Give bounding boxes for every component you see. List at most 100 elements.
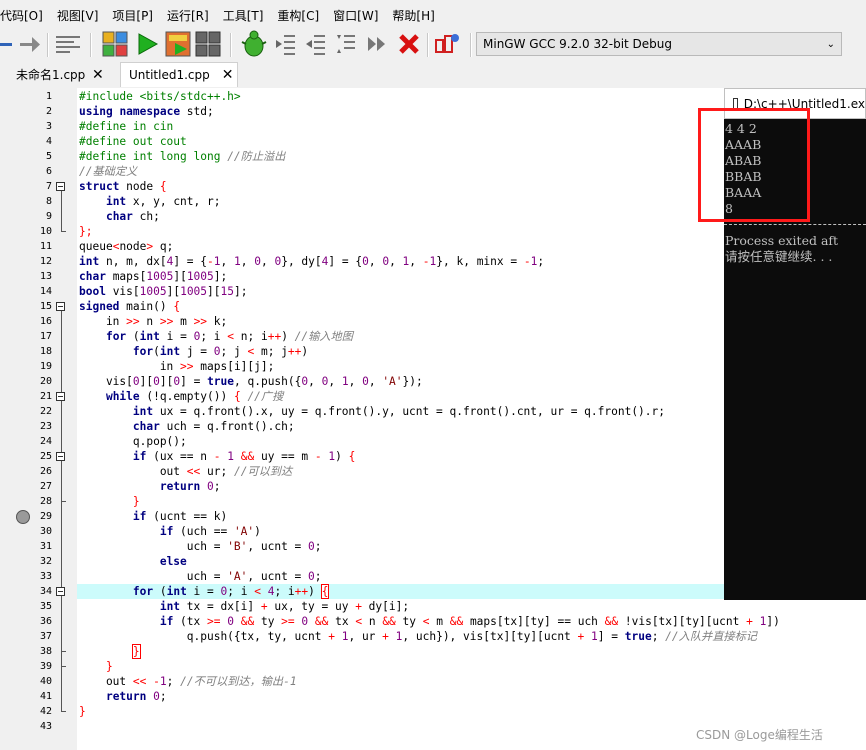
fold-end-marker — [61, 231, 66, 232]
code-text: signed main() { — [79, 300, 181, 313]
code-text: char maps[1005][1005]; — [79, 270, 228, 283]
line-number: 28 — [39, 496, 52, 507]
code-text: in >> n >> m >> k; — [79, 315, 228, 328]
menu-item[interactable]: 运行[R] — [160, 7, 216, 24]
fold-toggle-icon[interactable] — [56, 182, 65, 191]
code-text: if (ux == n - 1 && uy == m - 1) { — [132, 450, 356, 463]
line-number: 36 — [39, 616, 52, 627]
toolbar-separator — [427, 33, 429, 57]
code-text: } — [105, 660, 113, 673]
code-line: 37 q.push({tx, ty, ucnt + 1, ur + 1, uch… — [0, 629, 866, 644]
compile-icon[interactable] — [100, 30, 130, 58]
line-number: 38 — [39, 646, 52, 657]
unindent-icon[interactable] — [302, 30, 328, 58]
fold-end-marker — [61, 501, 66, 502]
menu-item[interactable]: 视图[V] — [50, 7, 106, 24]
console-footer-line: Process exited aft — [725, 233, 839, 248]
fold-end-marker — [61, 651, 66, 652]
line-number: 43 — [39, 721, 52, 732]
menu-item[interactable]: 重构[C] — [270, 7, 326, 24]
menu-item[interactable]: 工具[T] — [216, 7, 271, 24]
line-number: 31 — [39, 541, 52, 552]
code-text: bool vis[1005][1005][15]; — [79, 285, 248, 298]
code-text: int x, y, cnt, r; — [105, 195, 221, 208]
toolbar-separator — [230, 33, 232, 57]
code-text: } — [132, 495, 140, 508]
line-number: 4 — [45, 136, 52, 147]
line-number: 37 — [39, 631, 52, 642]
code-text: out << -1; //不可以到达，输出-1 — [79, 675, 297, 688]
menu-item[interactable]: 窗口[W] — [326, 7, 385, 24]
rebuild-icon[interactable] — [194, 30, 222, 58]
debug-icon[interactable] — [238, 30, 270, 58]
line-number: 7 — [45, 181, 52, 192]
code-text: #include <bits/stdc++.h> — [79, 90, 241, 103]
chevron-down-icon: ⌄ — [826, 38, 835, 50]
fold-toggle-icon[interactable] — [56, 587, 65, 596]
tab-label: Untitled1.cpp — [129, 68, 210, 82]
code-text: } — [131, 644, 141, 659]
line-number: 12 — [39, 256, 52, 267]
close-icon[interactable]: ✕ — [92, 62, 112, 87]
toolbar-separator — [47, 33, 49, 57]
line-number: 21 — [39, 391, 52, 402]
code-text: int ux = q.front().x, uy = q.front().y, … — [132, 405, 666, 418]
line-number: 27 — [39, 481, 52, 492]
close-icon[interactable]: ✕ — [222, 67, 234, 83]
compiler-select[interactable]: MinGW GCC 9.2.0 32-bit Debug ⌄ — [476, 32, 842, 56]
line-number: 22 — [39, 406, 52, 417]
code-text: } — [79, 705, 86, 718]
code-line: 40 out << -1; //不可以到达，输出-1 — [0, 674, 866, 689]
fold-toggle-icon[interactable] — [56, 452, 65, 461]
code-text: out << ur; //可以到达 — [79, 465, 293, 478]
line-number: 5 — [45, 151, 52, 162]
goto-icon[interactable] — [364, 30, 390, 58]
code-text: int tx = dx[i] + ux, ty = uy + dy[i]; — [159, 600, 410, 613]
line-number: 13 — [39, 271, 52, 282]
fold-end-marker — [61, 711, 66, 712]
menu-item[interactable]: 帮助[H] — [385, 7, 441, 24]
code-line: 35 int tx = dx[i] + ux, ty = uy + dy[i]; — [0, 599, 866, 614]
run-icon[interactable] — [133, 30, 161, 58]
code-text: //基础定义 — [79, 165, 138, 178]
code-text: queue<node> q; — [79, 240, 174, 253]
code-text: #define int long long //防止溢出 — [79, 150, 286, 163]
toggle-comment-icon[interactable] — [332, 30, 358, 58]
compiler-label: MinGW GCC 9.2.0 32-bit Debug — [483, 37, 673, 51]
console-divider — [724, 224, 866, 225]
code-text: for(int j = 0; j < m; j++) — [132, 345, 309, 358]
indent-icon[interactable] — [272, 30, 298, 58]
code-text: else — [159, 555, 187, 568]
forward-arrow-icon[interactable] — [17, 30, 43, 58]
format-icon[interactable] — [52, 30, 84, 58]
fold-toggle-icon[interactable] — [56, 392, 65, 401]
line-number: 11 — [39, 241, 52, 252]
breakpoint-icon[interactable] — [16, 510, 30, 524]
code-text: if (uch == 'A') — [159, 525, 261, 538]
line-number: 2 — [45, 106, 52, 117]
menu-item[interactable]: 项目[P] — [105, 7, 160, 24]
back-arrow-icon[interactable] — [0, 30, 14, 58]
fold-toggle-icon[interactable] — [56, 302, 65, 311]
menu-item[interactable]: 代码[O] — [0, 7, 50, 24]
code-text: }; — [79, 225, 93, 238]
code-text: int n, m, dx[4] = {-1, 1, 0, 0}, dy[4] =… — [79, 255, 545, 268]
fold-guide — [61, 461, 62, 502]
line-number: 17 — [39, 331, 52, 342]
code-line: 42} — [0, 704, 866, 719]
compile-run-icon[interactable] — [164, 30, 192, 58]
code-line: 41 return 0; — [0, 689, 866, 704]
code-text: char ch; — [105, 210, 160, 223]
code-text: while (!q.empty()) { //广搜 — [105, 390, 284, 403]
line-number: 16 — [39, 316, 52, 327]
line-number: 24 — [39, 436, 52, 447]
menu-bar: 代码[O] 视图[V] 项目[P] 运行[R] 工具[T] 重构[C] 窗口[W] 帮助[H] — [0, 0, 866, 30]
stop-icon[interactable] — [396, 30, 422, 58]
code-line: 38 } — [0, 644, 866, 659]
line-number: 41 — [39, 691, 52, 702]
profile-icon[interactable] — [433, 30, 461, 58]
line-number: 42 — [39, 706, 52, 717]
tab-untitled1[interactable]: Untitled1.cpp ✕ — [120, 62, 238, 87]
code-text: uch = 'A', ucnt = 0; — [79, 570, 322, 583]
code-text: using namespace std; — [79, 105, 214, 118]
